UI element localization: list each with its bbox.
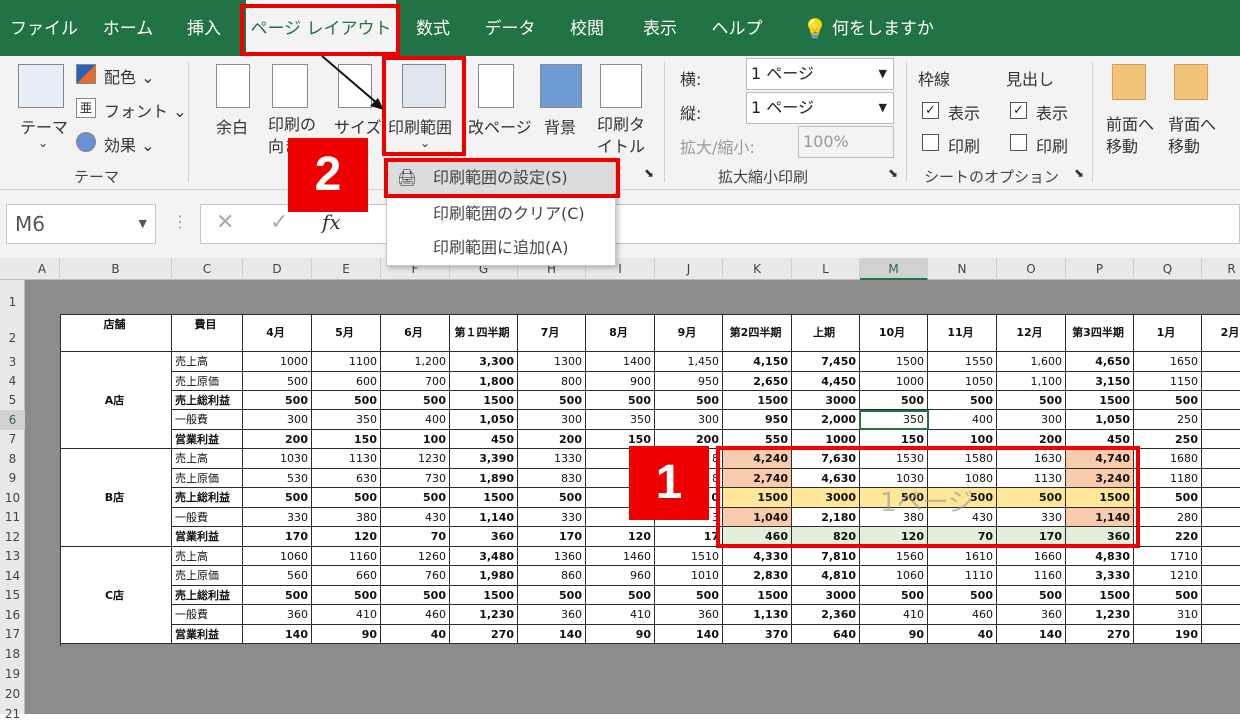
pointer-arrow-icon xyxy=(321,55,384,110)
